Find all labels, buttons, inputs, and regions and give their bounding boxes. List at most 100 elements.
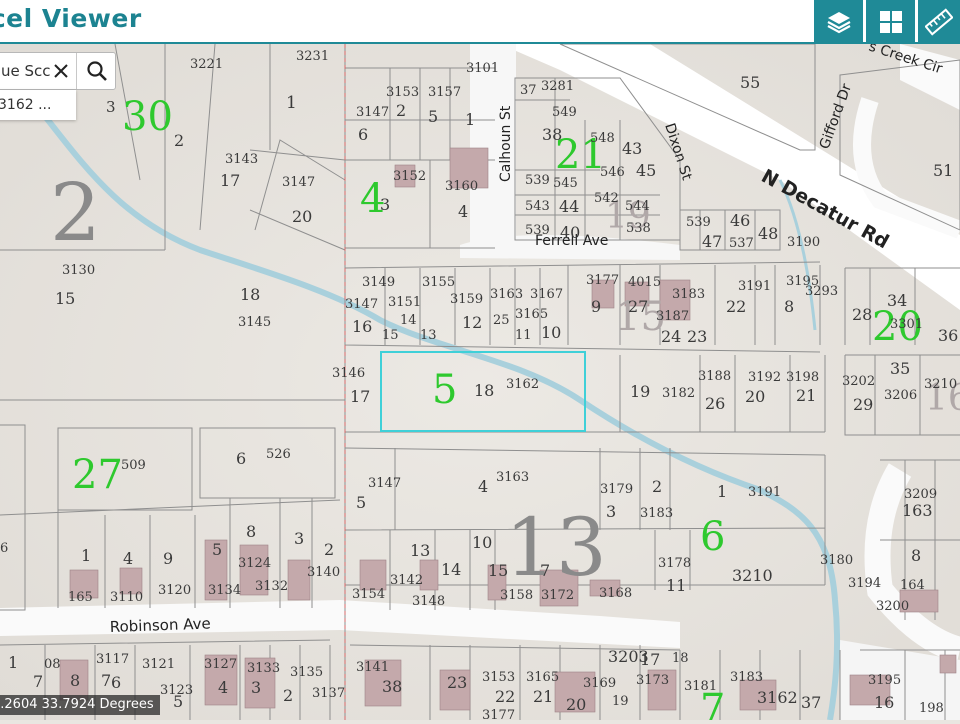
parcel-map[interactable]: N Decatur Rd Robinson Ave Ferrell Ave Ca… (0, 44, 960, 720)
parcel-label: 36 (938, 326, 958, 345)
parcel-label: 4 (123, 549, 133, 568)
parcel-label: 543 (525, 199, 550, 214)
parcel-label: 2 (652, 477, 662, 496)
land-lot-number: 13 (505, 501, 607, 594)
parcel-label: 46 (730, 211, 750, 230)
parcel-label: 537 (729, 236, 754, 251)
street-label-calhoun: Calhoun St (498, 105, 514, 182)
parcel-label: 5 (173, 692, 183, 711)
parcel-label: 3168 (599, 586, 632, 601)
parcel-label: 3154 (352, 587, 385, 602)
parcel-label: 542 (594, 191, 619, 206)
parcel-label: 3133 (247, 661, 280, 676)
parcel-label: 3177 (482, 708, 515, 720)
clear-search-button[interactable] (47, 53, 75, 89)
parcel-label: 545 (553, 176, 578, 191)
parcel-label: 3178 (658, 556, 691, 571)
parcel-label: 8 (784, 297, 794, 316)
parcel-label: 25 (493, 313, 510, 328)
parcel-label: 13 (410, 541, 430, 560)
parcel-label: 1 (81, 546, 91, 565)
parcel-label: 538 (626, 221, 651, 236)
parcel-label: 3190 (787, 235, 820, 250)
parcel-label: 549 (552, 105, 577, 120)
parcel-label: 20 (292, 207, 312, 226)
parcel-label: 6 (0, 541, 8, 556)
parcel-label: 509 (121, 458, 146, 473)
map-canvas[interactable]: N Decatur Rd Robinson Ave Ferrell Ave Ca… (0, 44, 960, 720)
parcel-label: 2 (324, 540, 334, 559)
parcel-label: 3158 (500, 588, 533, 603)
parcel-label: 4015 (628, 275, 661, 290)
app-title: rcel Viewer (0, 4, 142, 33)
parcel-label: 3155 (422, 275, 455, 290)
parcel-label: 3141 (356, 660, 389, 675)
parcel-label: 3153 (482, 670, 515, 685)
parcel-label: 17 (350, 387, 370, 406)
basemap-button[interactable] (866, 0, 915, 44)
parcel-label: 3130 (62, 263, 95, 278)
parcel-label: 3121 (142, 657, 175, 672)
parcel-label: 47 (702, 232, 722, 251)
parcel-label: 6 (111, 673, 121, 692)
parcel-label: 37 (520, 83, 537, 98)
parcel-label: 3183 (672, 287, 705, 302)
parcel-label: 3179 (600, 482, 633, 497)
parcel-label: 11 (515, 328, 532, 343)
parcel-label: 23 (447, 673, 467, 692)
parcel-label: 15 (382, 328, 399, 343)
parcel-label: 3162 (757, 688, 798, 707)
parcel-label: 3183 (640, 506, 673, 521)
parcel-label: 3145 (238, 315, 271, 330)
block-number: 5 (432, 367, 457, 413)
parcel-label: 37 (801, 693, 821, 712)
parcel-label: 3134 (208, 583, 241, 598)
parcel-label: 1 (8, 653, 18, 672)
parcel-label: 3188 (698, 369, 731, 384)
parcel-label: 3147 (282, 175, 315, 190)
parcel-label: 3149 (362, 275, 395, 290)
parcel-label: 51 (933, 161, 953, 180)
search-suggestion[interactable]: 3162 ... (0, 90, 76, 120)
parcel-label: 45 (636, 161, 656, 180)
parcel-label: 22 (726, 297, 746, 316)
parcel-label: 28 (852, 305, 872, 324)
search-icon (86, 60, 108, 82)
ruler-icon (925, 8, 953, 36)
grid-icon (878, 9, 904, 35)
search-input[interactable] (0, 53, 51, 89)
parcel-label: 3140 (307, 565, 340, 580)
parcel-label: 548 (590, 131, 615, 146)
parcel-label: 3157 (428, 85, 461, 100)
parcel-label: 544 (625, 199, 650, 214)
parcel-label: 6 (236, 449, 246, 468)
parcel-label: 3173 (636, 673, 669, 688)
parcel-label: 26 (705, 394, 725, 413)
parcel-label: 3 (106, 98, 116, 116)
parcel-label: 3169 (583, 676, 616, 691)
search-button[interactable] (76, 53, 117, 89)
parcel-label: 3167 (530, 287, 563, 302)
coordinate-readout: 4.2604 33.7924 Degrees (0, 695, 160, 715)
parcel-label: 6 (358, 125, 368, 144)
parcel-label: 10 (472, 533, 492, 552)
parcel-label: 539 (525, 223, 550, 238)
parcel-label: 3210 (924, 377, 957, 392)
parcel-label: 3183 (730, 670, 763, 685)
close-icon (52, 62, 70, 80)
parcel-label: 2 (283, 686, 293, 705)
coordinate-text: 4.2604 33.7924 Degrees (0, 697, 154, 712)
parcel-label: 3198 (786, 370, 819, 385)
parcel-label: 3192 (748, 370, 781, 385)
parcel-label: 3124 (238, 556, 271, 571)
layers-button[interactable] (814, 0, 863, 44)
block-number: 6 (700, 514, 725, 560)
parcel-label: 3195 (868, 673, 901, 688)
parcel-label: 3301 (890, 317, 923, 332)
measure-button[interactable] (918, 0, 960, 44)
parcel-label: 19 (630, 382, 650, 401)
parcel-label: 20 (745, 387, 765, 406)
parcel-label: 3 (606, 502, 616, 521)
parcel-label: 3177 (586, 273, 619, 288)
parcel-label: 27 (628, 297, 648, 316)
